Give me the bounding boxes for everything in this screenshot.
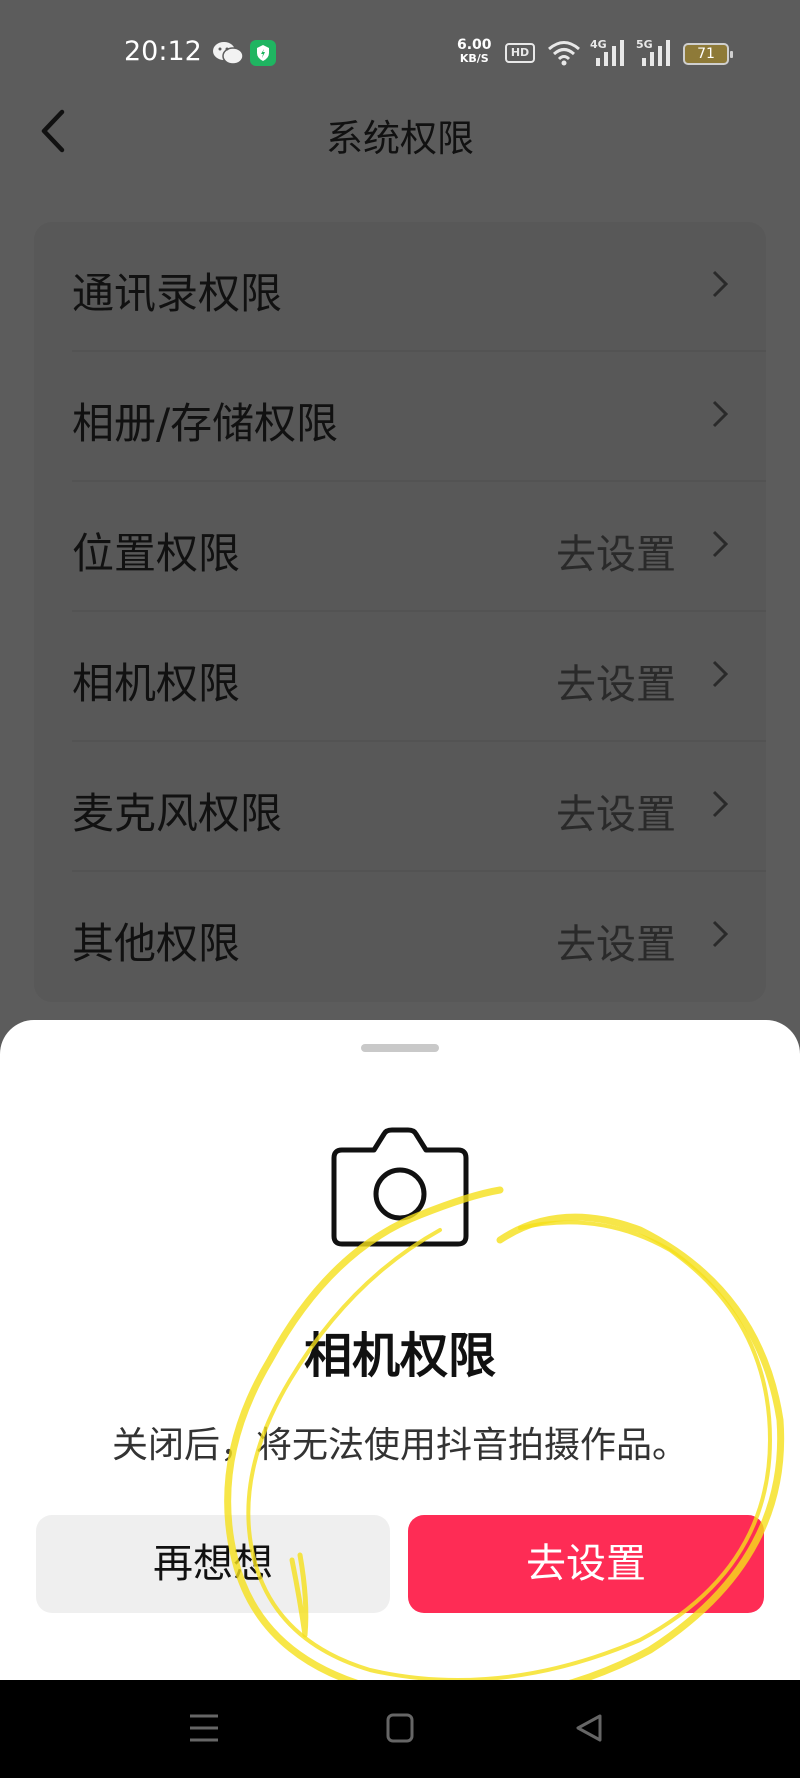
- permission-row-camera[interactable]: 相机权限 去设置: [34, 612, 766, 742]
- back-triangle-icon[interactable]: [570, 1710, 610, 1746]
- battery-icon: 71: [683, 43, 733, 65]
- net-speed: 6.00 KB/S: [457, 37, 492, 65]
- permission-label: 相册/存储权限: [72, 399, 339, 448]
- home-icon[interactable]: [380, 1710, 420, 1746]
- wifi-icon: [548, 41, 580, 66]
- sheet-description: 关闭后，将无法使用抖音拍摄作品。: [111, 1425, 688, 1466]
- signal-icon: 4G: [590, 38, 630, 68]
- status-time: 20:12: [124, 36, 202, 67]
- wechat-icon: [213, 42, 244, 65]
- sheet-title: 相机权限: [303, 1328, 496, 1384]
- camera-icon: [331, 1127, 469, 1247]
- chevron-right-icon: [712, 790, 729, 818]
- permission-label: 相机权限: [72, 659, 241, 708]
- signal-icon-2: 5G: [636, 38, 676, 68]
- chevron-right-icon: [712, 270, 729, 298]
- go-settings-button[interactable]: 去设置: [408, 1515, 764, 1613]
- cancel-button[interactable]: 再想想: [36, 1515, 390, 1613]
- chevron-right-icon: [712, 920, 729, 948]
- permission-label: 通讯录权限: [72, 269, 283, 318]
- page-title: 系统权限: [326, 117, 474, 160]
- menu-icon[interactable]: [184, 1710, 224, 1746]
- hd-badge: HD: [505, 43, 535, 63]
- permission-action: 去设置: [556, 662, 676, 708]
- chevron-right-icon: [712, 660, 729, 688]
- chevron-right-icon: [712, 530, 729, 558]
- permission-action: 去设置: [556, 922, 676, 968]
- camera-permission-sheet: 相机权限 关闭后，将无法使用抖音拍摄作品。 再想想 去设置: [0, 1020, 800, 1680]
- permission-label: 麦克风权限: [72, 789, 283, 838]
- permission-row-other[interactable]: 其他权限 去设置: [34, 872, 766, 1002]
- chevron-right-icon: [712, 400, 729, 428]
- permission-action: 去设置: [556, 532, 676, 578]
- permission-row-microphone[interactable]: 麦克风权限 去设置: [34, 742, 766, 872]
- permission-label: 位置权限: [72, 529, 241, 578]
- shield-app-icon: [250, 40, 276, 66]
- permission-label: 其他权限: [72, 919, 241, 968]
- system-nav-bar: [0, 1680, 800, 1778]
- permission-row-album-storage[interactable]: 相册/存储权限: [34, 352, 766, 482]
- permission-row-location[interactable]: 位置权限 去设置: [34, 482, 766, 612]
- top-bar: 系统权限: [0, 88, 800, 174]
- permission-row-contacts[interactable]: 通讯录权限: [34, 222, 766, 352]
- permission-action: 去设置: [556, 792, 676, 838]
- permission-list: 通讯录权限 相册/存储权限 位置权限 去设置 相机权限 去设置 麦克风权限 去设…: [34, 222, 766, 1002]
- sheet-drag-handle[interactable]: [361, 1044, 439, 1052]
